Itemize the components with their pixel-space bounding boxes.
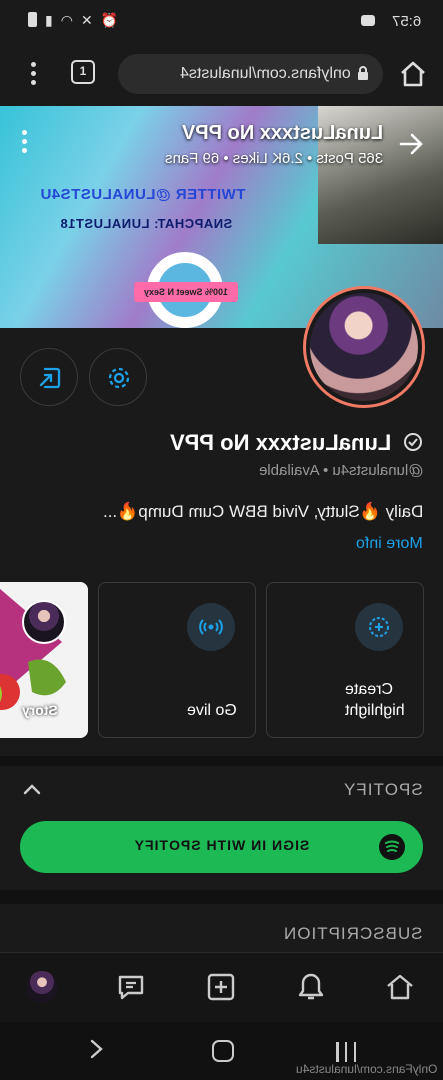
subscription-section: SUBSCRIPTION <box>0 904 443 952</box>
system-url-label: OnlyFans.com/lunalusts4u <box>295 1062 437 1076</box>
more-options-icon[interactable] <box>22 130 28 154</box>
quick-actions: Create highlight Go live Story <box>0 582 443 740</box>
chevron-up-icon[interactable] <box>22 782 42 796</box>
system-home-icon[interactable] <box>212 1040 234 1062</box>
profile-name-text: LunaLustxxx No PPV <box>169 430 391 455</box>
more-info-link[interactable]: More info <box>356 535 423 553</box>
tab-switcher-button[interactable]: 1 <box>71 60 95 84</box>
create-highlight-label: Create highlight <box>345 681 405 719</box>
add-post-icon[interactable] <box>205 971 237 1003</box>
settings-button[interactable] <box>89 348 147 406</box>
go-live-label: Go live <box>187 702 237 719</box>
story-label: Story <box>22 702 58 718</box>
verified-icon <box>404 433 422 451</box>
bell-icon[interactable] <box>295 971 327 1003</box>
system-back-icon[interactable] <box>88 1038 106 1060</box>
profile-handle-status[interactable]: @lunalusts4u • Available <box>259 462 423 479</box>
system-recents-icon[interactable] <box>336 1042 356 1062</box>
lock-icon <box>358 66 368 80</box>
profile-name: LunaLustxxx No PPV <box>170 430 423 456</box>
cover-banner-text: 100% Sweet N Sexy <box>134 282 238 302</box>
create-highlight-card[interactable]: Create highlight <box>266 582 424 738</box>
profile-nav-avatar[interactable] <box>26 971 58 1003</box>
share-icon <box>39 367 61 389</box>
gear-icon <box>108 367 130 389</box>
subscription-title: SUBSCRIPTION <box>283 924 423 943</box>
messages-icon[interactable] <box>115 971 147 1003</box>
highlight-icon <box>355 603 403 651</box>
cover-profile-name: LunaLustxxx No PPV <box>181 122 383 144</box>
cover-art-text: TWITTER @LUNALUSTS4U <box>40 186 246 203</box>
wifi-icon: ◠ <box>60 12 73 28</box>
system-navigation: OnlyFans.com/lunalusts4u <box>0 1022 443 1080</box>
url-text: onlyfans.com/lunalusts4 <box>180 65 351 82</box>
go-live-card[interactable]: Go live <box>98 582 256 738</box>
live-icon <box>187 603 235 651</box>
youtube-icon <box>361 15 375 26</box>
address-bar[interactable]: onlyfans.com/lunalusts4 <box>118 54 383 94</box>
spotify-icon <box>379 834 405 860</box>
browser-toolbar: 1 onlyfans.com/lunalusts4 <box>0 44 443 106</box>
spotify-title: SPOTIFY <box>343 780 423 799</box>
arrow-right-icon[interactable] <box>397 130 425 158</box>
share-button[interactable] <box>20 348 78 406</box>
story-avatar <box>22 600 66 644</box>
alarm-icon: ⏰ <box>100 12 119 28</box>
cover-art-text: SNAPCHAT: LUNALUST18 <box>60 216 233 231</box>
bottom-navigation <box>0 952 443 1022</box>
signal-icon: ▮ <box>45 12 53 28</box>
browser-menu-button[interactable] <box>26 60 40 88</box>
story-card[interactable]: Story <box>0 582 88 738</box>
spotify-signin-label: SIGN IN WITH SPOTIFY <box>133 837 310 853</box>
profile-bio: Daily 🔥Slutty, Vivid BBW Cum Dump🔥... <box>102 502 423 521</box>
spotify-signin-button[interactable]: SIGN IN WITH SPOTIFY <box>20 821 423 873</box>
cover-profile-stats: 365 Posts • 2.6K Likes • 69 Fans <box>164 150 383 167</box>
status-bar: ▮ ◠ ✕ ⏰ 6:57 <box>0 0 443 44</box>
battery-icon <box>28 12 37 27</box>
profile-avatar[interactable] <box>303 286 425 408</box>
profile-section: LunaLustxxx No PPV @lunalusts4u • Availa… <box>0 286 443 756</box>
mute-icon: ✕ <box>80 12 93 28</box>
spotify-section: SPOTIFY SIGN IN WITH SPOTIFY <box>0 766 443 890</box>
system-icons: ▮ ◠ ✕ ⏰ <box>28 12 118 29</box>
home-icon[interactable] <box>397 58 429 90</box>
home-nav-icon[interactable] <box>384 971 416 1003</box>
status-time: 6:57 <box>391 13 421 30</box>
